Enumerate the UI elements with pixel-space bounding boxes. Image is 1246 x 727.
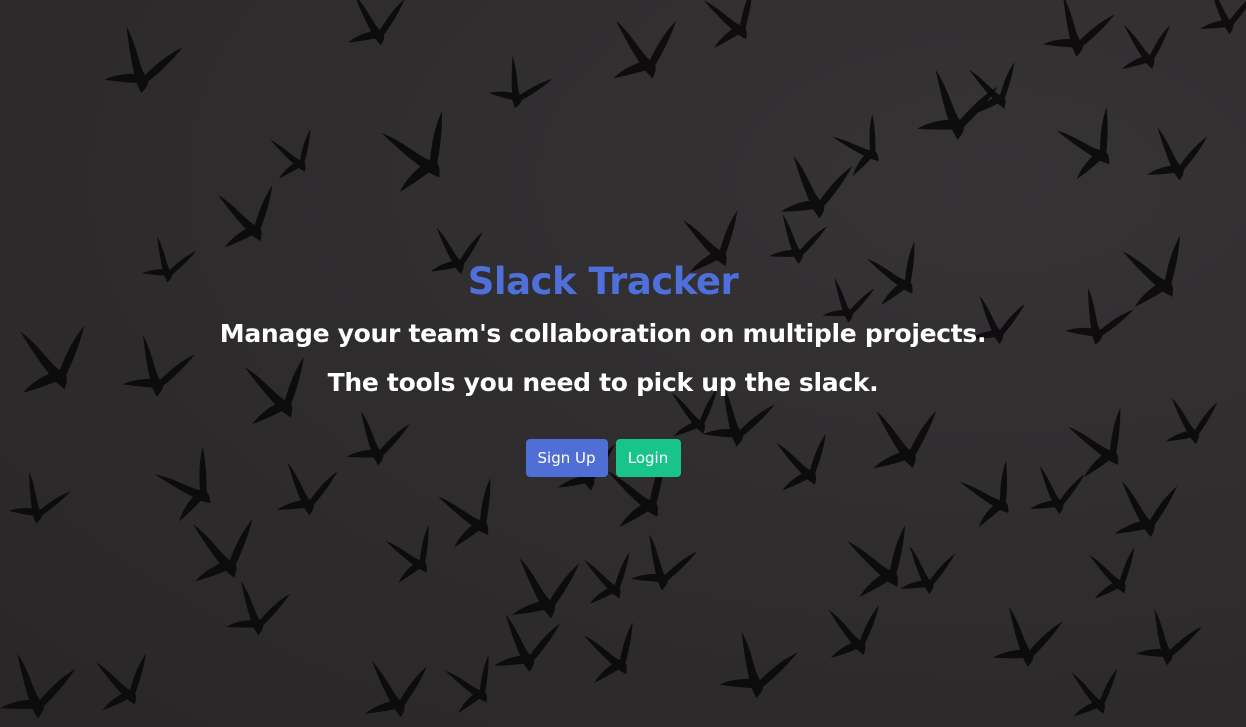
page-title: Slack Tracker	[467, 260, 739, 303]
login-button[interactable]: Login	[615, 439, 681, 477]
tagline-primary: Manage your team's collaboration on mult…	[219, 319, 987, 348]
sign-up-button[interactable]: Sign Up	[525, 439, 608, 477]
action-buttons: Sign Up Login	[0, 439, 1206, 477]
hero-section: Slack Tracker Manage your team's collabo…	[0, 258, 1206, 477]
tagline-secondary: The tools you need to pick up the slack.	[327, 368, 879, 397]
